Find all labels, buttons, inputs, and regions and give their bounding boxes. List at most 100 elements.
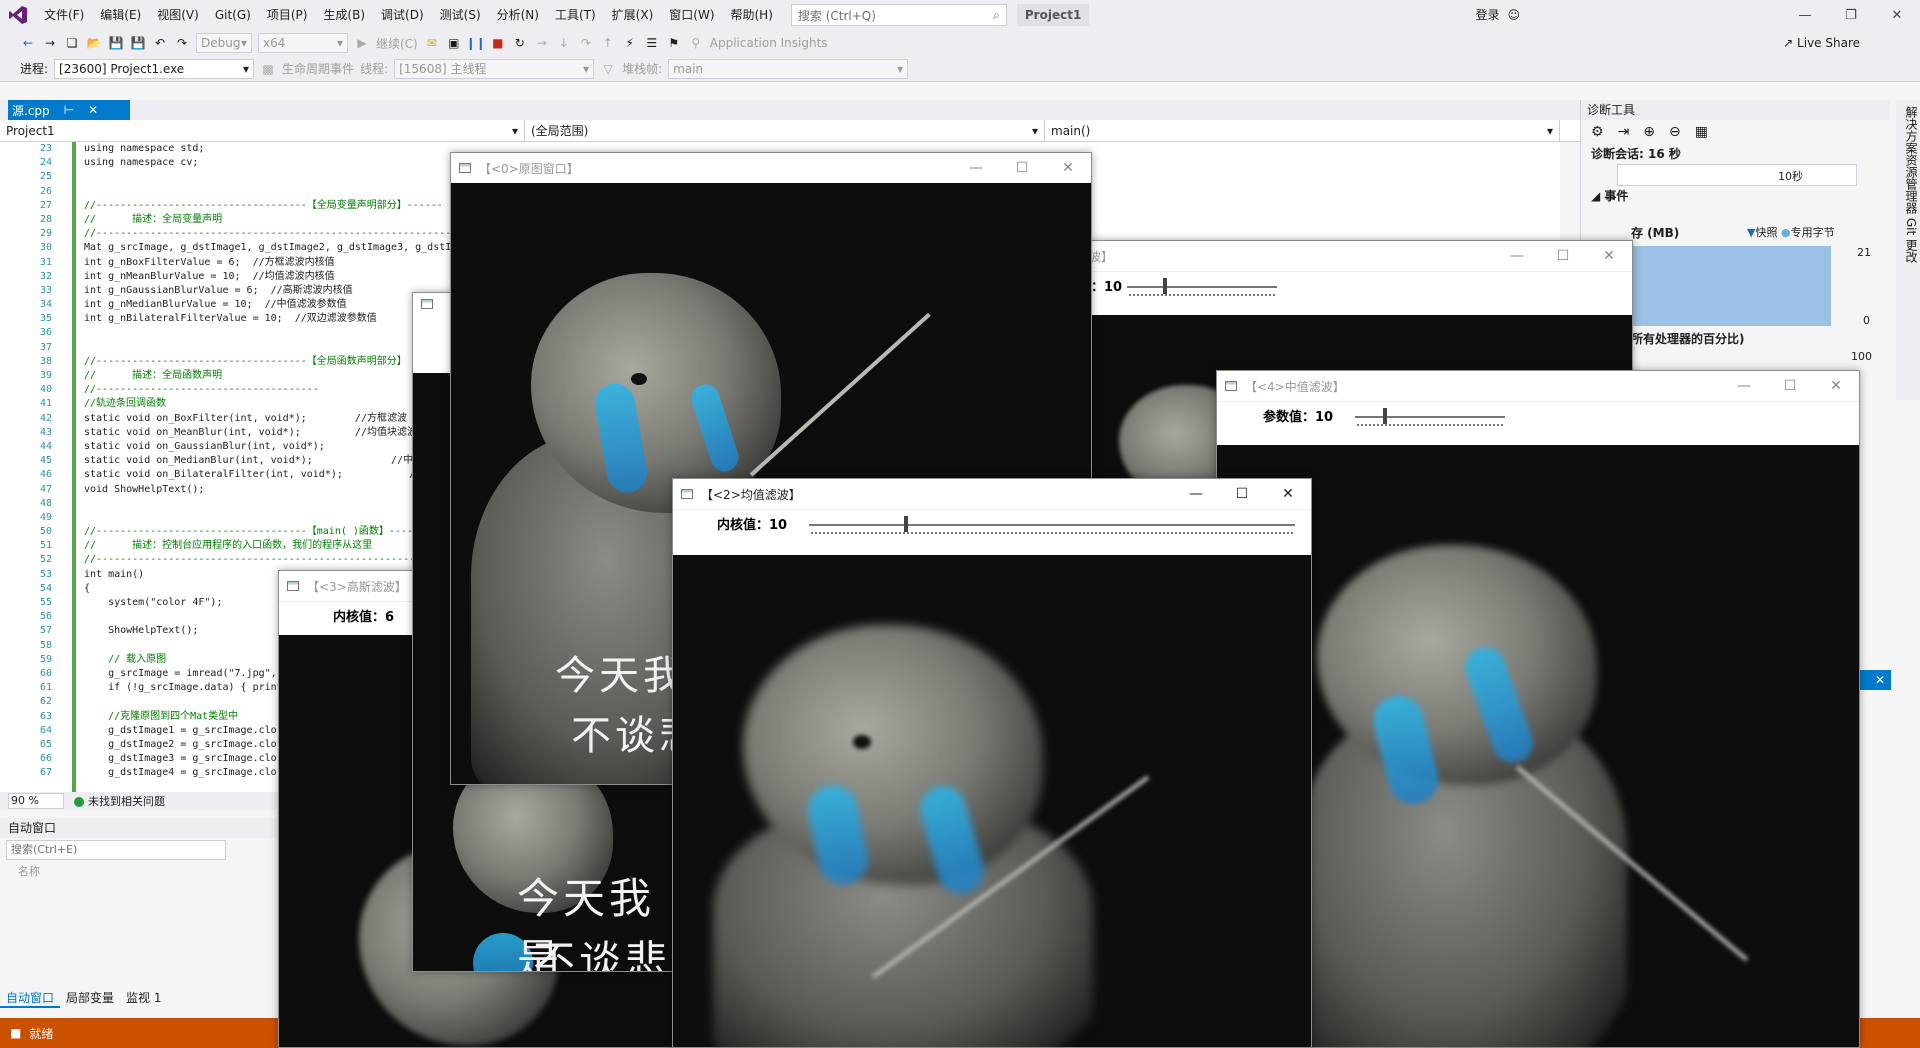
undo-icon[interactable]: ↶ [152, 35, 168, 51]
code-line[interactable]: static void on_BilateralFilter(int, void… [84, 468, 457, 482]
close-icon[interactable]: ✕ [88, 103, 98, 117]
export-icon[interactable]: ⇥ [1618, 124, 1630, 140]
thread-select[interactable]: [15608] 主线程 ▾ [394, 58, 595, 79]
continue-icon[interactable]: ▶ [354, 35, 370, 51]
code-line[interactable]: int g_nMeanBlurValue = 10; //均值滤波内核值 [84, 270, 457, 284]
code-line[interactable]: int g_nBoxFilterValue = 6; //方框滤波内核值 [84, 256, 457, 270]
tab-watch-1[interactable]: 监视 1 [120, 988, 167, 1008]
menu-help[interactable]: 帮助(H) [723, 0, 781, 30]
menu-project[interactable]: 项目(P) [259, 0, 316, 30]
open-folder-icon[interactable]: 📂 [86, 35, 102, 51]
close-icon[interactable]: ✕ [1874, 0, 1920, 30]
platform-select[interactable]: x64 ▾ [258, 33, 348, 53]
save-icon[interactable]: 💾 [108, 35, 124, 51]
function-nav-select[interactable]: main() ▾ [1045, 120, 1560, 142]
trackbar-thumb[interactable] [904, 516, 909, 532]
tab-source-cpp[interactable]: 源.cpp ⊢ ✕ [8, 100, 130, 120]
menu-extensions[interactable]: 扩展(X) [604, 0, 662, 30]
restart-icon[interactable]: ↻ [512, 35, 528, 51]
app-insights-button[interactable]: Application Insights [710, 36, 828, 50]
close-icon[interactable]: ✕ [1586, 241, 1632, 271]
redo-icon[interactable]: ↷ [174, 35, 190, 51]
code-line[interactable]: Mat g_srcImage, g_dstImage1, g_dstImage2… [84, 241, 457, 255]
process-select[interactable]: [23600] Project1.exe ▾ [54, 58, 255, 79]
code-line[interactable]: static void on_MeanBlur(int, void*); //均… [84, 426, 457, 440]
menu-analyze[interactable]: 分析(N) [489, 0, 547, 30]
menu-edit[interactable]: 编辑(E) [92, 0, 149, 30]
median-blur-window[interactable]: 【<4>中值滤波】 — ☐ ✕ 参数值：10 [1216, 370, 1860, 1048]
code-line[interactable] [84, 326, 457, 340]
comment-icon[interactable]: ☰ [644, 35, 660, 51]
filter-icon[interactable]: ▽ [600, 61, 616, 77]
screenshot-icon[interactable]: ▣ [446, 35, 462, 51]
code-line[interactable]: int g_nMedianBlurValue = 10; //中值滤波参数值 [84, 298, 457, 312]
trackbar-track[interactable] [1127, 286, 1277, 288]
trackbar-thumb[interactable] [1162, 278, 1167, 294]
login-link[interactable]: 登录 [1475, 0, 1499, 30]
menu-test[interactable]: 测试(S) [432, 0, 489, 30]
maximize-button[interactable]: ☐ [1540, 241, 1586, 271]
menu-git[interactable]: Git(G) [207, 0, 259, 30]
code-line[interactable]: static void on_MedianBlur(int, void*); /… [84, 454, 457, 468]
timeline-ruler[interactable]: 10秒 [1617, 164, 1857, 186]
code-line[interactable]: //-----------------------------------【全局… [84, 199, 457, 213]
code-line[interactable]: // 描述：控制台应用程序的入口函数，我们的程序从这里 [84, 539, 457, 553]
maximize-button[interactable]: ☐ [1219, 479, 1265, 509]
maximize-button[interactable]: ☐ [1767, 371, 1813, 401]
code-line[interactable]: //------------------------------------- [84, 383, 457, 397]
code-line[interactable]: //-----------------------------------【全局… [84, 355, 457, 369]
find-icon[interactable]: ✉ [424, 35, 440, 51]
column-header-name[interactable]: 名称 [0, 862, 280, 882]
stackframe-select[interactable]: main ▾ [668, 58, 909, 79]
code-line[interactable] [84, 511, 457, 525]
pause-icon[interactable]: ❙❙ [466, 35, 486, 51]
step-into-icon[interactable]: ↓ [556, 35, 572, 51]
events-section[interactable]: ◢ 事件 [1581, 186, 1890, 206]
close-icon[interactable]: ✕ [1265, 479, 1311, 509]
menu-debug[interactable]: 调试(D) [373, 0, 432, 30]
code-line[interactable] [84, 497, 457, 511]
step-out-icon[interactable]: ↑ [600, 35, 616, 51]
code-line[interactable]: static void on_BoxFilter(int, void*); //… [84, 412, 457, 426]
code-line[interactable]: static void on_GaussianBlur(int, void*);… [84, 440, 457, 454]
project-nav-select[interactable]: Project1 ▾ [0, 120, 525, 142]
global-search-input[interactable]: 搜索 (Ctrl+Q) ⌕ [790, 4, 1007, 26]
scope-nav-select[interactable]: (全局范围) ▾ [525, 120, 1045, 142]
menu-tools[interactable]: 工具(T) [547, 0, 604, 30]
code-line[interactable]: void ShowHelpText(); [84, 483, 457, 497]
login-area[interactable]: 登录 ☺ [1475, 0, 1520, 30]
zoom-select[interactable]: 90 % [8, 793, 64, 809]
code-line[interactable]: //--------------------------------------… [84, 553, 457, 567]
trackbar-thumb[interactable] [1383, 408, 1387, 424]
code-line[interactable] [84, 341, 457, 355]
window-titlebar[interactable]: 波】 — ☐ ✕ [1089, 241, 1632, 271]
code-line[interactable]: // 描述：全局变量声明 [84, 213, 457, 227]
code-line[interactable]: //--------------------------------------… [84, 227, 457, 241]
minimize-button[interactable]: — [1173, 479, 1219, 509]
maximize-button[interactable]: ☐ [999, 153, 1045, 183]
window-titlebar[interactable]: 【<0>原图窗口】 — ☐ ✕ [451, 153, 1091, 183]
code-line[interactable] [84, 185, 457, 199]
visual-studio-logo-icon[interactable] [0, 0, 36, 30]
minimize-button[interactable]: — [1494, 241, 1540, 271]
stop-icon[interactable]: ■ [490, 35, 506, 51]
code-line[interactable]: using namespace std; [84, 142, 457, 156]
show-next-statement-icon[interactable]: → [534, 35, 550, 51]
menu-window[interactable]: 窗口(W) [661, 0, 722, 30]
code-line[interactable]: //轨迹条回调函数 [84, 397, 457, 411]
code-line[interactable]: //-----------------------------------【ma… [84, 525, 457, 539]
new-item-icon[interactable]: ❏ [64, 35, 80, 51]
window-titlebar[interactable]: 【<4>中值滤波】 — ☐ ✕ [1217, 371, 1859, 401]
gear-icon[interactable]: ⚙ [1591, 124, 1604, 140]
configuration-select[interactable]: Debug ▾ [196, 33, 252, 53]
window-titlebar[interactable]: 【<2>均值滤波】 — ☐ ✕ [673, 479, 1311, 509]
minimize-button[interactable]: — [953, 153, 999, 183]
code-line[interactable]: // 描述：全局函数声明 [84, 369, 457, 383]
code-line[interactable] [84, 170, 457, 184]
close-icon[interactable]: ✕ [1045, 153, 1091, 183]
back-icon[interactable]: ← [20, 35, 36, 51]
tab-locals[interactable]: 局部变量 [60, 988, 120, 1008]
zoom-out-icon[interactable]: ⊖ [1669, 124, 1681, 140]
code-line[interactable]: int g_nBilateralFilterValue = 10; //双边滤波… [84, 312, 457, 326]
hot-reload-icon[interactable]: ⚡ [622, 35, 638, 51]
